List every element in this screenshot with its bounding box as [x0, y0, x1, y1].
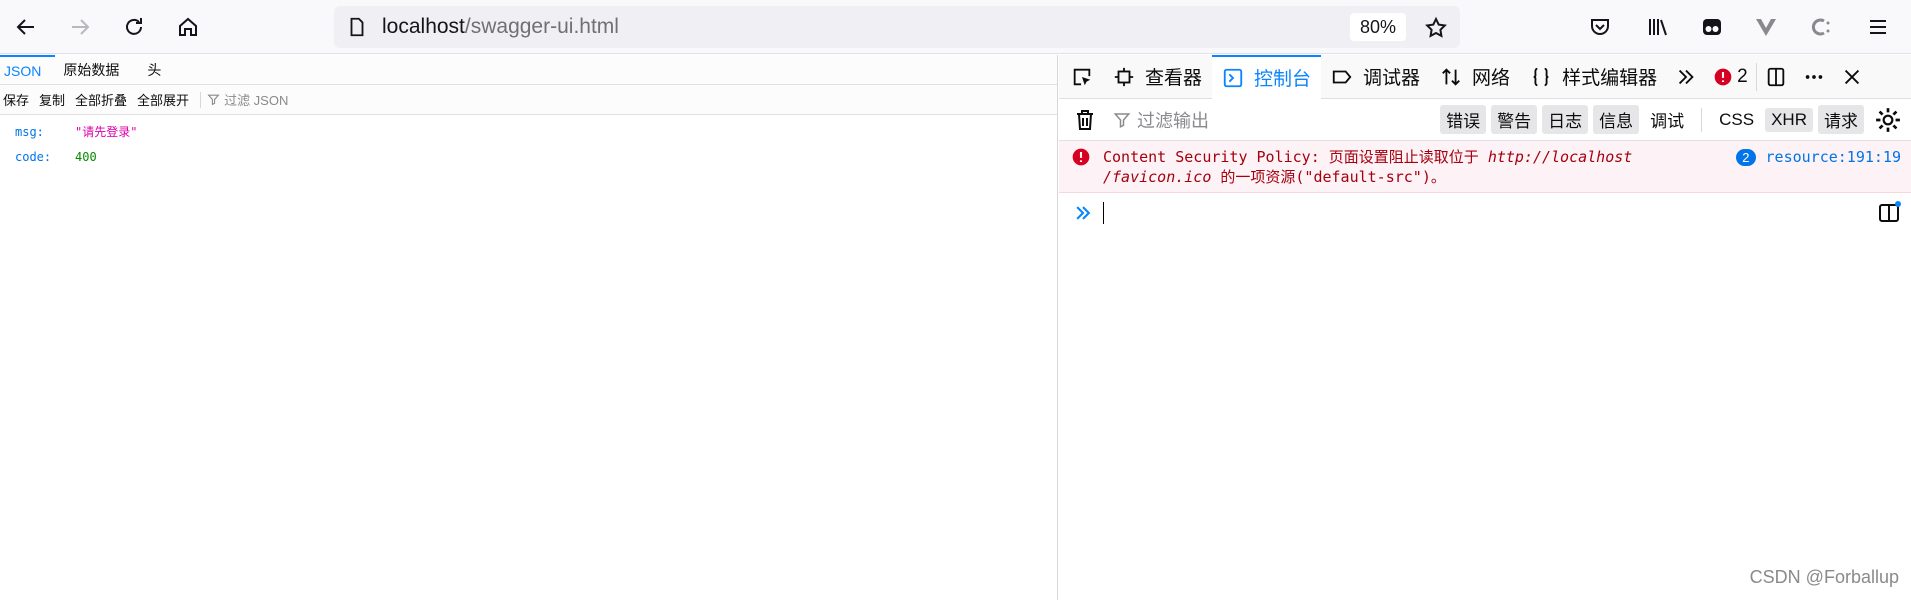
arrow-right-icon: [72, 18, 90, 35]
menu-button[interactable]: [1858, 7, 1898, 47]
error-text: Content Security Policy: 页面设置阻止读取位于 http…: [1103, 148, 1633, 186]
dock-button[interactable]: [1755, 62, 1795, 91]
zoom-indicator[interactable]: 80%: [1349, 13, 1406, 41]
tab-json[interactable]: JSON: [0, 55, 56, 84]
error-icon: [1714, 68, 1732, 85]
double-chevron-right-icon: [1076, 206, 1091, 220]
more-tools-button[interactable]: [1667, 55, 1705, 99]
filter-warnings[interactable]: 警告: [1491, 105, 1538, 134]
toolbar-divider: [200, 91, 202, 108]
tab-raw-data[interactable]: 原始数据: [55, 55, 133, 84]
mask-extension-icon: [1703, 19, 1721, 35]
devtools-options-button[interactable]: [1795, 55, 1833, 99]
vue-extension-icon: [1756, 19, 1776, 36]
filter-errors[interactable]: 错误: [1440, 105, 1487, 134]
inspector-icon: [1114, 67, 1134, 86]
more-horizontal-icon: [1805, 74, 1822, 79]
url-bar[interactable]: localhost/swagger-ui.html 80%: [334, 6, 1460, 48]
url-text: localhost/swagger-ui.html: [382, 15, 619, 38]
log-level-filters: 错误 警告 日志 信息 调试 CSS XHR 请求: [1440, 105, 1901, 134]
filter-css[interactable]: CSS: [1713, 108, 1760, 132]
copy-button[interactable]: 复制: [36, 90, 72, 109]
level-divider: [1701, 107, 1703, 132]
pocket-icon: [1591, 19, 1609, 35]
tab-debugger[interactable]: 调试器: [1321, 55, 1430, 99]
extension-button-2[interactable]: [1746, 7, 1786, 47]
filter-info[interactable]: 信息: [1593, 105, 1640, 134]
forward-button[interactable]: [60, 7, 100, 47]
page-icon: [350, 17, 364, 37]
filter-requests[interactable]: 请求: [1818, 105, 1864, 134]
braces-icon: [1533, 67, 1549, 86]
arrow-left-icon: [16, 18, 34, 35]
json-toolbar: 保存 复制 全部折叠 全部展开 过滤 JSON: [0, 85, 1057, 115]
library-button[interactable]: [1638, 7, 1678, 47]
dock-icon: [1767, 67, 1784, 86]
error-icon: [1072, 148, 1090, 166]
library-icon: [1649, 19, 1667, 36]
error-location: 2 resource:191:19: [1736, 147, 1901, 192]
double-chevron-right-icon: [1679, 69, 1694, 84]
tab-style-editor[interactable]: 样式编辑器: [1520, 55, 1667, 99]
c-extension-icon: [1811, 18, 1830, 36]
error-count-badge[interactable]: 2: [1705, 55, 1756, 99]
hamburger-icon: [1870, 20, 1886, 34]
home-icon: [179, 17, 197, 36]
browser-toolbar: localhost/swagger-ui.html 80%: [0, 0, 1911, 54]
console-toolbar: 过滤输出 错误 警告 日志 信息 调试 CSS XHR 请求: [1059, 99, 1911, 141]
json-value: 400: [75, 149, 97, 164]
console-input[interactable]: [1059, 193, 1911, 233]
home-button[interactable]: [168, 7, 208, 47]
console-filter-input[interactable]: 过滤输出: [1113, 107, 1413, 133]
save-button[interactable]: 保存: [0, 90, 36, 109]
json-viewer-tabs: JSON 原始数据 头: [0, 55, 1057, 85]
gear-icon[interactable]: [1875, 107, 1901, 133]
filter-logs[interactable]: 日志: [1542, 105, 1589, 134]
filter-debug[interactable]: 调试: [1644, 105, 1690, 134]
back-button[interactable]: [6, 7, 46, 47]
json-key: code:: [15, 149, 52, 164]
text-cursor: [1103, 202, 1104, 224]
repeat-count-badge: 2: [1736, 149, 1756, 166]
close-devtools-button[interactable]: [1833, 55, 1871, 99]
editor-mode-icon[interactable]: [1877, 201, 1901, 225]
pocket-button[interactable]: [1580, 7, 1620, 47]
tab-console[interactable]: 控制台: [1212, 54, 1322, 99]
trash-icon[interactable]: [1073, 108, 1097, 132]
reload-button[interactable]: [114, 7, 154, 47]
filter-icon: [1113, 112, 1131, 128]
watermark: CSDN @Forballup: [1749, 567, 1899, 587]
debugger-icon: [1332, 70, 1352, 83]
console-error-message[interactable]: Content Security Policy: 页面设置阻止读取位于 http…: [1059, 141, 1911, 193]
json-tree: msg: "请先登录" code: 400: [0, 115, 1057, 169]
reload-icon: [126, 17, 142, 35]
source-location-link[interactable]: resource:191:19: [1766, 147, 1901, 167]
tab-inspector[interactable]: 查看器: [1103, 55, 1212, 99]
json-row-msg[interactable]: msg: "请先登录": [15, 119, 1057, 144]
filter-icon: [207, 94, 220, 106]
network-arrows-icon: [1442, 67, 1460, 86]
devtools-tabs: 查看器 控制台 调试器 网络 样式编辑器 2: [1059, 54, 1911, 99]
star-icon[interactable]: [1424, 16, 1448, 40]
collapse-all-button[interactable]: 全部折叠: [72, 90, 134, 109]
pick-element-icon: [1073, 68, 1091, 85]
json-value: "请先登录": [75, 125, 138, 139]
extension-button-1[interactable]: [1692, 7, 1732, 47]
devtools-panel: 查看器 控制台 调试器 网络 样式编辑器 2 过滤输出 错误 警告 日志 信息 …: [1059, 54, 1911, 600]
close-icon: [1844, 69, 1859, 84]
json-key: msg:: [15, 124, 44, 139]
element-picker-button[interactable]: [1059, 55, 1103, 99]
tab-network[interactable]: 网络: [1430, 55, 1520, 99]
json-filter-input[interactable]: 过滤 JSON: [207, 90, 288, 109]
json-viewer: JSON 原始数据 头 保存 复制 全部折叠 全部展开 过滤 JSON msg:…: [0, 55, 1058, 600]
console-icon: [1223, 68, 1243, 87]
tab-headers[interactable]: 头: [133, 55, 175, 84]
expand-all-button[interactable]: 全部展开: [134, 90, 196, 109]
filter-xhr[interactable]: XHR: [1765, 107, 1813, 132]
toolbar-extensions: [1580, 7, 1898, 47]
extension-button-3[interactable]: [1800, 7, 1840, 47]
json-row-code[interactable]: code: 400: [15, 144, 1057, 169]
